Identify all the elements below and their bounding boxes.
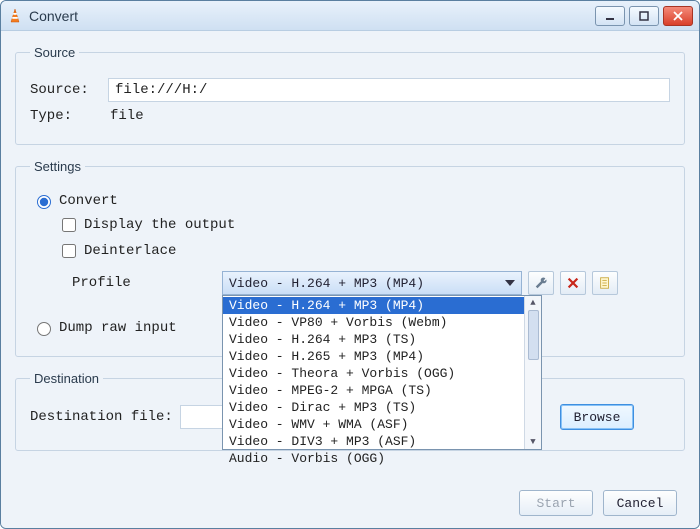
display-output-label: Display the output [84, 217, 235, 233]
maximize-icon [639, 11, 649, 21]
deinterlace-checkbox[interactable] [62, 244, 76, 258]
convert-radio[interactable] [37, 195, 51, 209]
profile-option[interactable]: Video - H.264 + MP3 (TS) [223, 331, 524, 348]
cancel-button[interactable]: Cancel [603, 490, 677, 516]
profile-option[interactable]: Video - VP80 + Vorbis (Webm) [223, 314, 524, 331]
deinterlace-label: Deinterlace [84, 243, 176, 259]
source-label: Source: [30, 82, 108, 98]
display-output-checkbox[interactable] [62, 218, 76, 232]
browse-button[interactable]: Browse [560, 404, 634, 430]
wrench-icon [534, 276, 548, 290]
dropdown-scrollbar[interactable]: ▲ ▼ [524, 296, 541, 449]
display-output-row[interactable]: Display the output [58, 215, 670, 235]
chevron-down-icon [505, 280, 515, 286]
scroll-down-icon[interactable]: ▼ [530, 437, 535, 447]
delete-x-icon [566, 276, 580, 290]
source-group: Source Source: Type: file [15, 45, 685, 145]
profile-option[interactable]: Audio - Vorbis (OGG) [223, 450, 524, 467]
profile-option[interactable]: Video - WMV + WMA (ASF) [223, 416, 524, 433]
maximize-button[interactable] [629, 6, 659, 26]
profile-option[interactable]: Video - Dirac + MP3 (TS) [223, 399, 524, 416]
window-controls [595, 6, 693, 26]
close-icon [673, 11, 683, 21]
convert-dialog: Convert Source Source: Type: file [0, 0, 700, 529]
profile-option[interactable]: Video - H.265 + MP3 (MP4) [223, 348, 524, 365]
titlebar[interactable]: Convert [1, 1, 699, 31]
window-title: Convert [29, 8, 78, 24]
profile-option[interactable]: Video - Theora + Vorbis (OGG) [223, 365, 524, 382]
new-file-icon [598, 276, 612, 290]
scroll-thumb[interactable] [528, 310, 539, 360]
edit-profile-button[interactable] [528, 271, 554, 295]
profile-selected-value: Video - H.264 + MP3 (MP4) [229, 276, 424, 291]
scroll-up-icon[interactable]: ▲ [530, 298, 535, 308]
convert-radio-label: Convert [59, 193, 118, 209]
profile-dropdown-list[interactable]: Video - H.264 + MP3 (MP4)Video - VP80 + … [222, 295, 542, 450]
dump-raw-radio[interactable] [37, 322, 51, 336]
destination-file-label: Destination file: [30, 409, 180, 425]
destination-legend: Destination [30, 371, 103, 386]
dialog-content: Source Source: Type: file Settings Conve… [1, 31, 699, 528]
delete-profile-button[interactable] [560, 271, 586, 295]
close-button[interactable] [663, 6, 693, 26]
settings-legend: Settings [30, 159, 85, 174]
profile-combo-wrap: Video - H.264 + MP3 (MP4) Video - H.264 … [222, 271, 522, 295]
profile-combobox[interactable]: Video - H.264 + MP3 (MP4) [222, 271, 522, 295]
profile-option[interactable]: Video - DIV3 + MP3 (ASF) [223, 433, 524, 450]
new-profile-button[interactable] [592, 271, 618, 295]
type-value: file [108, 108, 144, 124]
dump-raw-label: Dump raw input [59, 320, 177, 336]
convert-radio-row[interactable]: Convert [32, 192, 670, 209]
settings-group: Settings Convert Display the output Dein… [15, 159, 685, 357]
profile-option[interactable]: Video - MPEG-2 + MPGA (TS) [223, 382, 524, 399]
start-button[interactable]: Start [519, 490, 593, 516]
profile-label: Profile [72, 275, 222, 291]
type-label: Type: [30, 108, 108, 124]
source-legend: Source [30, 45, 79, 60]
deinterlace-row[interactable]: Deinterlace [58, 241, 670, 261]
source-input[interactable] [108, 78, 670, 102]
minimize-button[interactable] [595, 6, 625, 26]
vlc-icon [7, 8, 23, 24]
minimize-icon [605, 11, 615, 21]
dialog-footer: Start Cancel [519, 490, 677, 516]
profile-row: Profile Video - H.264 + MP3 (MP4) Video … [72, 271, 670, 295]
profile-option[interactable]: Video - H.264 + MP3 (MP4) [223, 297, 524, 314]
